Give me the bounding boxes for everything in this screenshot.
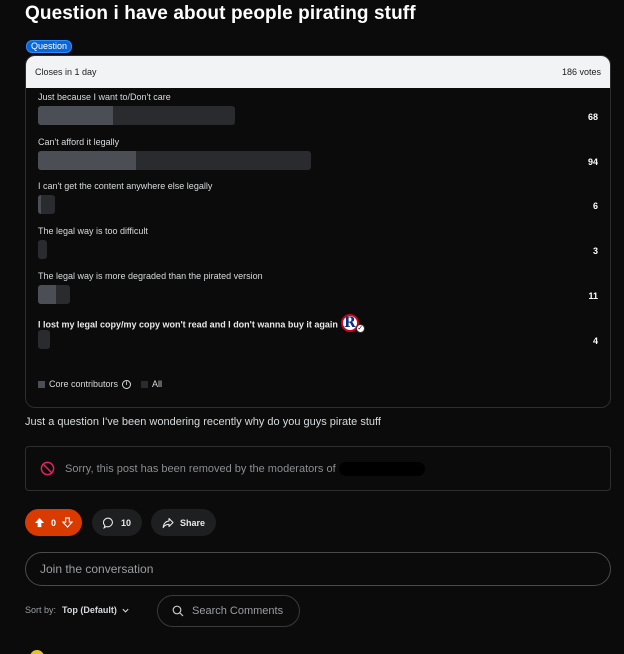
poll-option-text: Just because I want to/Don't care — [38, 92, 171, 102]
legend-core-label: Core contributors — [49, 379, 119, 389]
post-title: Question i have about people pirating st… — [25, 3, 416, 24]
poll-option-bar — [38, 330, 50, 349]
poll-closes: Closes in 1 day — [35, 67, 97, 77]
poll-option-text: The legal way is too difficult — [38, 226, 148, 236]
search-comments-label: Search Comments — [192, 605, 284, 617]
legend-core-swatch — [38, 380, 45, 388]
removed-text: Sorry, this post has been removed by the… — [65, 462, 336, 475]
vote-button-group: 0 — [25, 509, 82, 536]
search-icon — [172, 605, 184, 617]
share-label: Share — [179, 517, 205, 528]
poll-option-label: Can't afford it legally — [38, 137, 119, 147]
poll-option[interactable]: The legal way is too difficult 3 — [38, 226, 598, 268]
poll-option-core-fill — [38, 151, 137, 170]
poll-option-label: Just because I want to/Don't care — [38, 92, 171, 102]
poll-option-core-fill — [38, 106, 113, 125]
poll-option-label: I lost my legal copy/my copy won't read … — [38, 314, 365, 334]
poll-option-label: I can't get the content anywhere else le… — [38, 181, 212, 191]
post-flair[interactable]: Question — [26, 40, 73, 53]
user-avatar-icon: R ✓ — [340, 314, 365, 333]
poll-option[interactable]: Can't afford it legally 94 — [38, 137, 598, 179]
poll-option-count: 3 — [592, 246, 598, 256]
comment-placeholder: Join the conversation — [40, 562, 154, 576]
downvote-icon[interactable] — [62, 517, 73, 528]
poll-option-text: I can't get the content anywhere else le… — [38, 181, 213, 191]
poll-option-bar — [38, 285, 70, 304]
comment-input[interactable]: Join the conversation — [25, 552, 611, 586]
poll-option-label: The legal way is more degraded than the … — [38, 271, 263, 281]
legend-all-swatch — [141, 380, 149, 388]
poll-option-bar — [38, 106, 235, 125]
poll-option[interactable]: The legal way is more degraded than the … — [38, 271, 598, 313]
poll-option-label: The legal way is too difficult — [38, 226, 148, 236]
check-icon: ✓ — [355, 324, 365, 333]
poll-option-bar — [38, 151, 311, 170]
poll-option-count: 6 — [592, 201, 598, 211]
comments-count: 10 — [120, 517, 131, 528]
poll-option-core-fill — [38, 285, 56, 304]
comments-button[interactable]: 10 — [92, 509, 142, 536]
share-icon — [162, 517, 174, 528]
search-comments-button[interactable]: Search Comments — [157, 595, 300, 627]
poll-option-count: 68 — [587, 112, 598, 122]
share-button[interactable]: Share — [151, 509, 216, 536]
poll-option-count: 11 — [588, 291, 598, 301]
legend-all-label: All — [152, 379, 163, 389]
avatar — [30, 650, 44, 654]
upvote-icon[interactable] — [34, 517, 45, 528]
sort-dropdown[interactable]: Top (Default) — [62, 605, 130, 615]
post-body: Just a question I've been wondering rece… — [25, 416, 381, 428]
comment-icon — [102, 517, 113, 529]
poll-option-bar — [38, 195, 55, 214]
poll-option-text: I lost my legal copy/my copy won't read … — [38, 319, 338, 330]
poll-card: Closes in 1 day 186 votes Just because I… — [25, 55, 611, 408]
post-page: Question i have about people pirating st… — [0, 0, 624, 654]
vote-count: 0 — [50, 517, 56, 528]
poll-option[interactable]: Just because I want to/Don't care 68 — [38, 92, 598, 134]
sort-value: Top (Default) — [62, 605, 117, 615]
poll-option-text: The legal way is more degraded than the … — [38, 271, 263, 281]
poll-option-text: Can't afford it legally — [38, 137, 120, 147]
poll-total-votes: 186 votes — [561, 67, 601, 77]
removed-notice: Sorry, this post has been removed by the… — [25, 446, 611, 491]
chevron-down-icon — [122, 608, 129, 613]
sort-control: Sort by: Top (Default) — [25, 605, 130, 615]
poll-option-count: 4 — [592, 336, 598, 346]
poll-header: Closes in 1 day 186 votes — [26, 56, 610, 88]
info-icon[interactable]: i — [122, 379, 132, 389]
poll-option[interactable]: I lost my legal copy/my copy won't read … — [38, 314, 598, 358]
poll-legend: Core contributors i All — [38, 379, 162, 389]
poll-option-core-fill — [38, 195, 41, 214]
poll-option[interactable]: I can't get the content anywhere else le… — [38, 181, 598, 223]
ban-icon — [40, 461, 55, 476]
redacted-subreddit — [338, 461, 425, 476]
poll-option-count: 94 — [587, 157, 598, 167]
poll-option-bar — [38, 240, 47, 259]
sort-label: Sort by: — [25, 605, 57, 615]
